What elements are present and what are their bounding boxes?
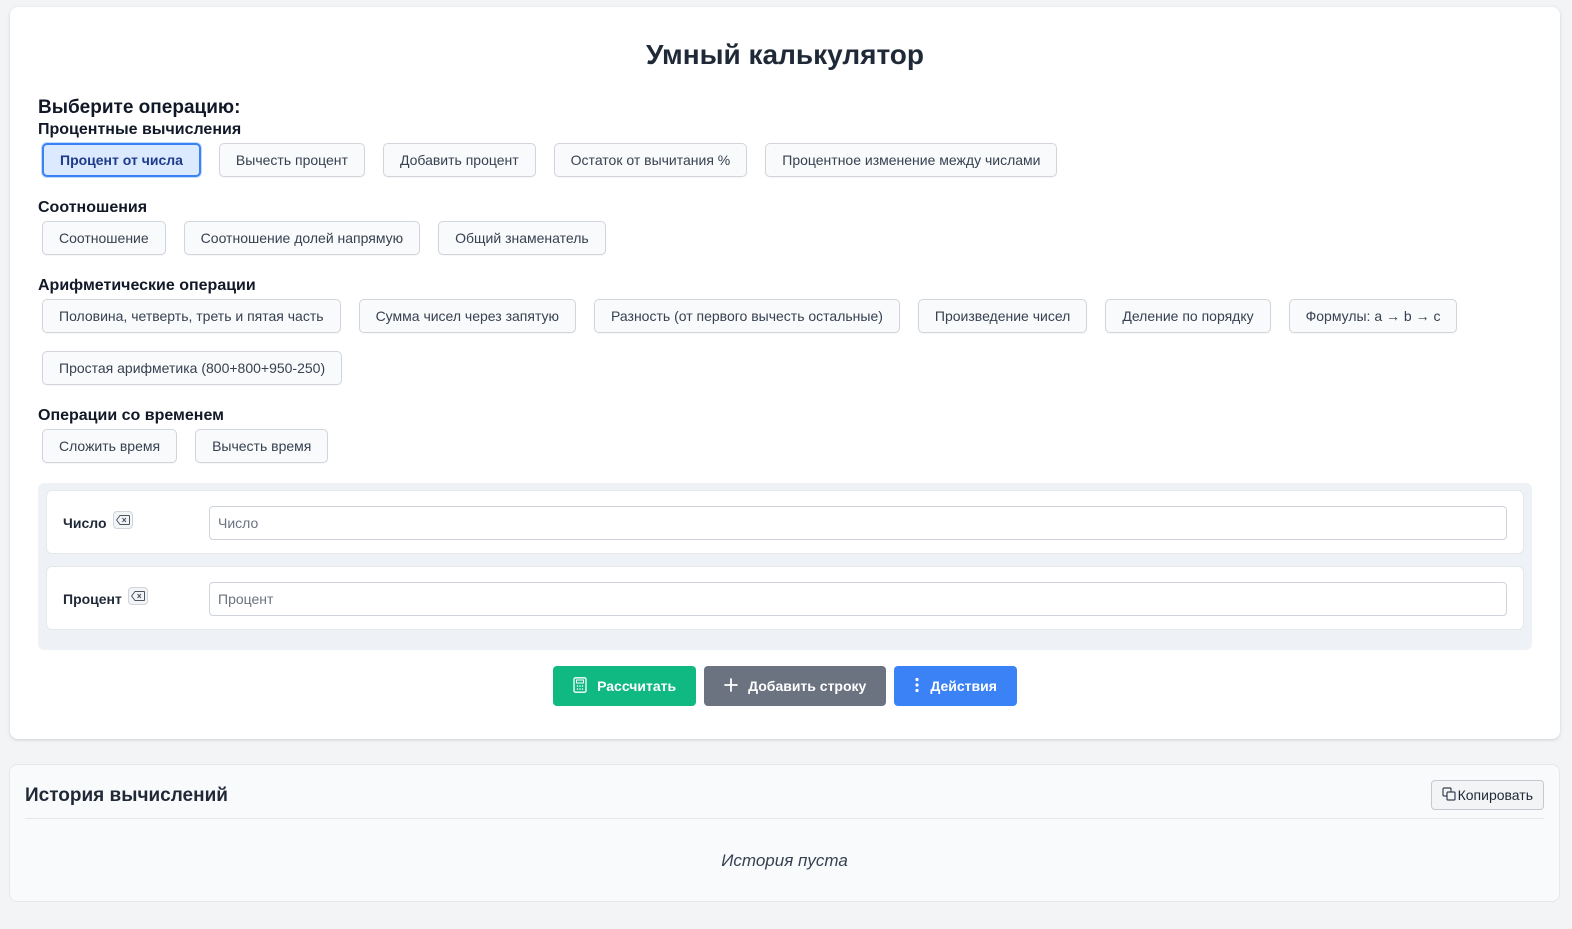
- copy-icon: [1442, 786, 1456, 804]
- op-button-subtract-percent[interactable]: Вычесть процент: [218, 143, 365, 177]
- op-button-ratio[interactable]: Соотношение: [42, 221, 166, 255]
- action-buttons: Рассчитать Добавить строку Действия: [10, 666, 1560, 706]
- percent-input[interactable]: [209, 582, 1507, 616]
- history-panel: История вычислений Копировать История пу…: [9, 764, 1560, 902]
- op-button-percent-change[interactable]: Процентное изменение между числами: [765, 143, 1058, 177]
- input-label-percent: Процент: [63, 587, 148, 607]
- op-button-percent-of-number[interactable]: Процент от числа: [42, 143, 201, 177]
- percent-label-text: Процент: [63, 591, 122, 607]
- actions-menu-button[interactable]: Действия: [894, 666, 1017, 706]
- op-button-simple-arithmetic[interactable]: Простая арифметика (800+800+950-250): [42, 351, 343, 385]
- number-input[interactable]: [209, 506, 1507, 540]
- op-button-remainder-percent[interactable]: Остаток от вычитания %: [553, 143, 748, 177]
- input-row-number: Число: [46, 490, 1524, 554]
- op-row-arithmetic-2: Простая арифметика (800+800+950-250): [42, 351, 343, 385]
- copy-label: Копировать: [1457, 787, 1533, 803]
- backspace-icon[interactable]: [127, 587, 148, 605]
- op-button-fractions[interactable]: Половина, четверть, треть и пятая часть: [42, 299, 341, 333]
- calculator-card: Умный калькулятор Выберите операцию: Про…: [10, 7, 1560, 739]
- op-button-sum[interactable]: Сумма чисел через запятую: [358, 299, 577, 333]
- op-button-common-denominator[interactable]: Общий знаменатель: [438, 221, 606, 255]
- calculate-button[interactable]: Рассчитать: [553, 666, 697, 706]
- backspace-icon[interactable]: [112, 511, 133, 529]
- choose-operation-label: Выберите операцию:: [38, 97, 241, 118]
- history-empty-message: История пуста: [721, 851, 848, 870]
- page-title: Умный калькулятор: [645, 39, 925, 70]
- history-title: История вычислений: [25, 785, 228, 806]
- inputs-panel: Число Процент: [38, 483, 1532, 650]
- more-vertical-icon: [914, 677, 920, 696]
- calculate-label: Рассчитать: [597, 678, 677, 694]
- op-button-product[interactable]: Произведение чисел: [917, 299, 1088, 333]
- op-row-percent: Процент от числа Вычесть процент Добавит…: [42, 143, 1058, 177]
- op-button-subtract-time[interactable]: Вычесть время: [195, 429, 329, 463]
- op-button-add-percent[interactable]: Добавить процент: [382, 143, 536, 177]
- history-divider: [25, 818, 1544, 819]
- plus-icon: [724, 677, 738, 695]
- add-row-button[interactable]: Добавить строку: [704, 666, 887, 706]
- op-row-arithmetic: Половина, четверть, треть и пятая часть …: [42, 299, 1522, 333]
- op-button-direct-ratio[interactable]: Соотношение долей напрямую: [183, 221, 421, 255]
- op-button-add-time[interactable]: Сложить время: [42, 429, 178, 463]
- group-title-time: Операции со временем: [38, 407, 224, 424]
- op-button-division[interactable]: Деление по порядку: [1105, 299, 1271, 333]
- calculator-icon: [573, 676, 587, 696]
- input-label-number: Число: [63, 511, 133, 531]
- add-row-label: Добавить строку: [748, 678, 867, 694]
- op-button-difference[interactable]: Разность (от первого вычесть остальные): [594, 299, 900, 333]
- op-row-ratios: Соотношение Соотношение долей напрямую О…: [42, 221, 606, 255]
- group-title-percent: Процентные вычисления: [38, 121, 242, 138]
- op-row-time: Сложить время Вычесть время: [42, 429, 329, 463]
- group-title-ratios: Соотношения: [38, 199, 148, 216]
- input-row-percent: Процент: [46, 566, 1524, 630]
- group-title-arithmetic: Арифметические операции: [38, 277, 256, 294]
- copy-history-button[interactable]: Копировать: [1430, 780, 1544, 810]
- actions-label: Действия: [930, 678, 997, 694]
- number-label-text: Число: [63, 515, 107, 531]
- op-button-formulas[interactable]: Формулы: a → b → c: [1288, 299, 1458, 333]
